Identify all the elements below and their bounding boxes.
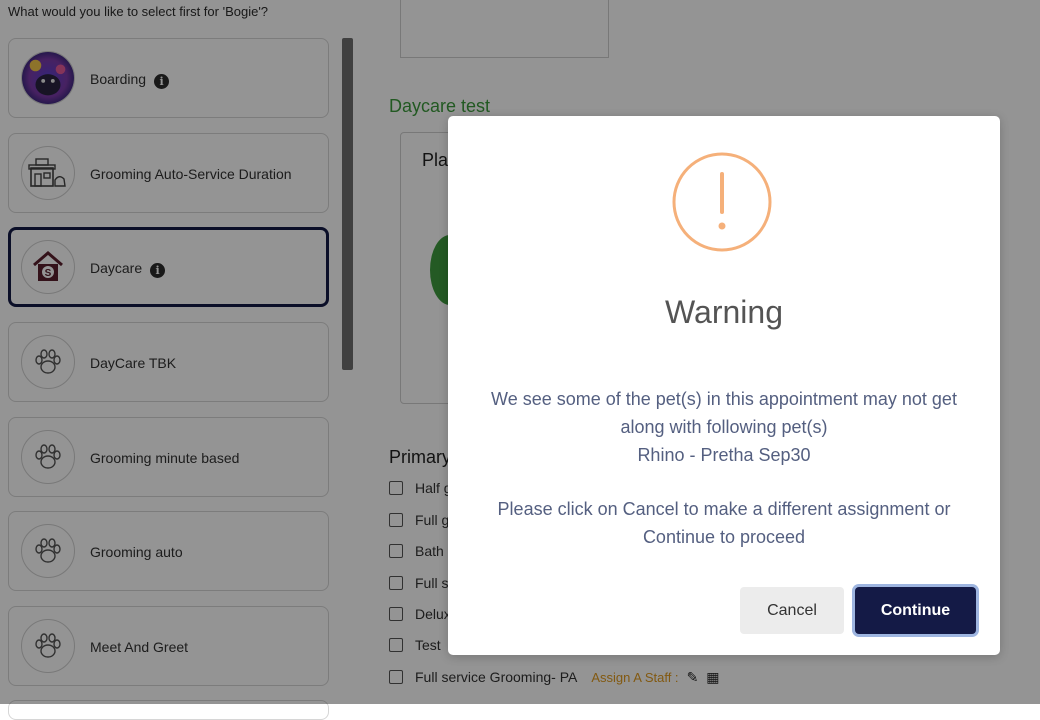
conflicting-pet-names: Rhino - Pretha Sep30: [637, 445, 811, 465]
dialog-message-line: We see some of the pet(s) in this appoin…: [491, 389, 957, 409]
dialog-instruction-line: Please click on Cancel to make a differe…: [497, 499, 951, 519]
warning-dialog: Warning We see some of the pet(s) in thi…: [448, 116, 1000, 655]
continue-button[interactable]: Continue: [855, 587, 976, 634]
warning-exclamation-icon: [672, 152, 772, 252]
dialog-instruction-line: Continue to proceed: [642, 527, 806, 547]
cancel-button[interactable]: Cancel: [740, 587, 844, 634]
dialog-title: Warning: [665, 294, 783, 330]
dialog-message-line: along with following pet(s): [620, 417, 828, 437]
page: What would you like to select first for …: [0, 0, 1040, 720]
